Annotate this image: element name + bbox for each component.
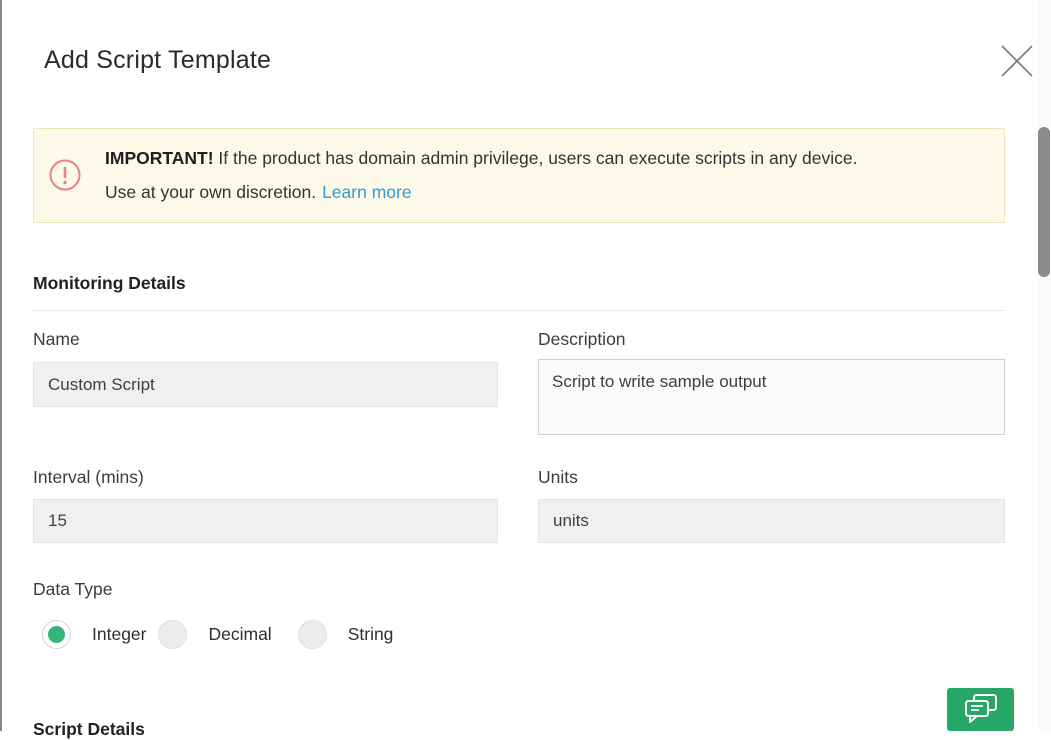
section-title-monitoring-details: Monitoring Details [33,273,186,294]
learn-more-link[interactable]: Learn more [322,182,412,202]
interval-label: Interval (mins) [33,467,144,488]
warning-message-line2: Use at your own discretion. [105,182,316,202]
radio-label-decimal: Decimal [208,624,271,645]
chat-bubbles-icon [962,692,1000,729]
chat-support-button[interactable] [947,688,1014,731]
description-label: Description [538,329,626,350]
panel-left-border [0,0,2,731]
warning-message: IMPORTANT! If the product has domain adm… [105,141,1010,209]
close-button[interactable] [998,42,1036,80]
radio-selected-icon [42,620,71,649]
scrollbar-track[interactable] [1037,0,1051,731]
radio-unselected-icon [158,620,187,649]
scrollbar-thumb[interactable] [1038,127,1050,277]
section-divider [33,310,1005,311]
warning-message-line1: If the product has domain admin privileg… [218,148,857,168]
radio-unselected-icon [298,620,327,649]
radio-option-string[interactable]: String [298,620,394,649]
warning-banner: IMPORTANT! If the product has domain adm… [33,128,1005,223]
units-label: Units [538,467,578,488]
warning-important-label: IMPORTANT! [105,148,214,168]
data-type-label: Data Type [33,579,112,600]
modal-title: Add Script Template [44,46,271,75]
close-icon [998,68,1036,83]
radio-option-integer[interactable]: Integer [42,620,146,649]
alert-circle-icon [49,159,81,191]
name-input[interactable] [33,362,498,407]
description-input[interactable]: Script to write sample output [538,359,1005,435]
section-title-script-details: Script Details [33,719,145,740]
interval-input[interactable] [33,499,498,543]
radio-option-decimal[interactable]: Decimal [158,620,271,649]
data-type-radio-group: Integer Decimal String [42,619,393,649]
radio-label-integer: Integer [92,624,146,645]
radio-label-string: String [348,624,394,645]
units-input[interactable] [538,499,1005,543]
name-label: Name [33,329,80,350]
